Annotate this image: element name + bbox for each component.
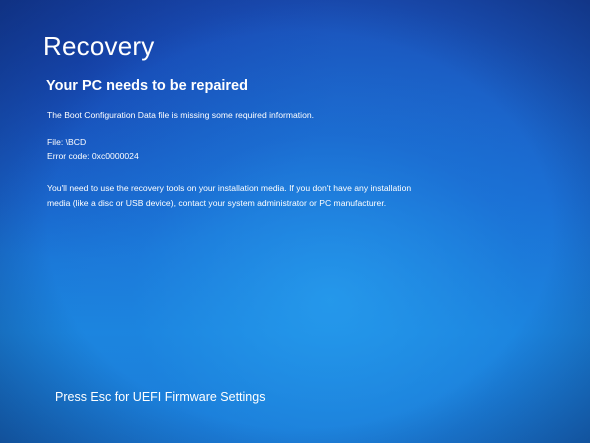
recovery-instructions: You'll need to use the recovery tools on… (47, 183, 412, 208)
recovery-screen: Recovery Your PC needs to be repaired Th… (0, 0, 590, 443)
page-subtitle: Your PC needs to be repaired (46, 78, 248, 94)
file-path: File: \BCD (47, 137, 87, 147)
error-message: The Boot Configuration Data file is miss… (47, 110, 315, 120)
uefi-firmware-settings-hint[interactable]: Press Esc for UEFI Firmware Settings (55, 389, 265, 405)
page-title: Recovery (43, 31, 155, 61)
error-code: Error code: 0xc0000024 (47, 151, 139, 161)
screen-vignette (0, 0, 590, 443)
